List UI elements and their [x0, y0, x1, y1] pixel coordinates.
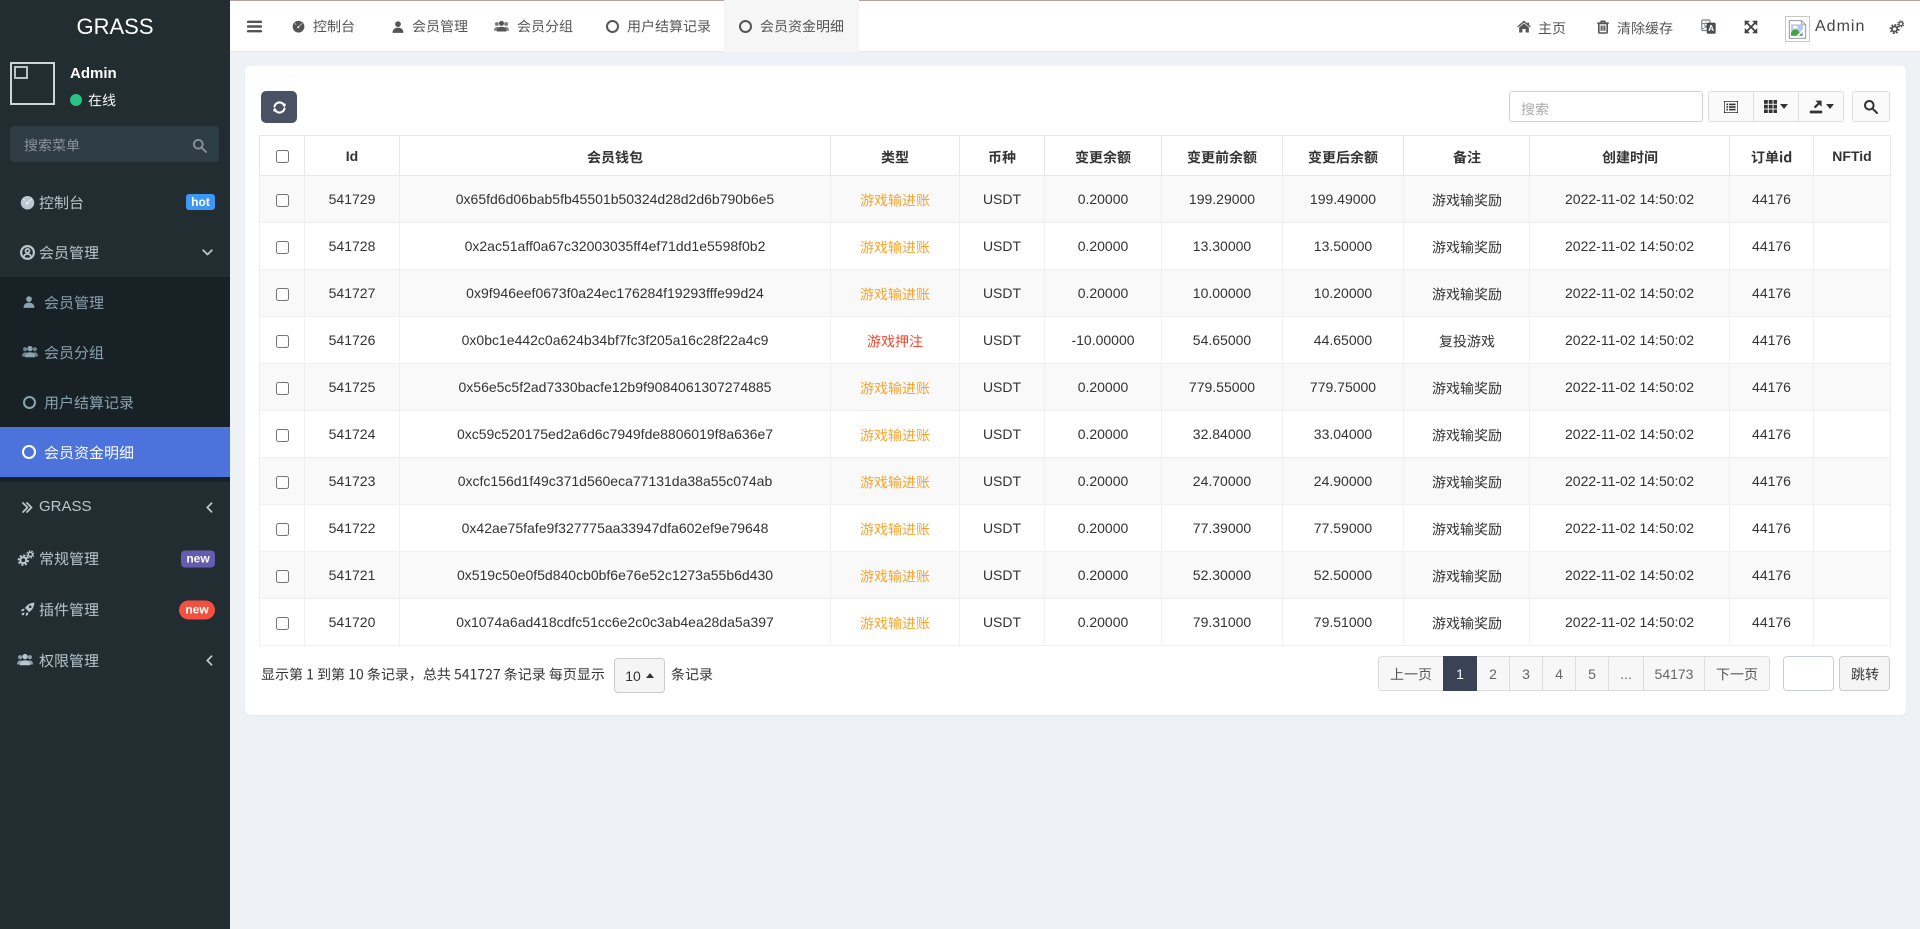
- svg-text:A: A: [1708, 24, 1714, 33]
